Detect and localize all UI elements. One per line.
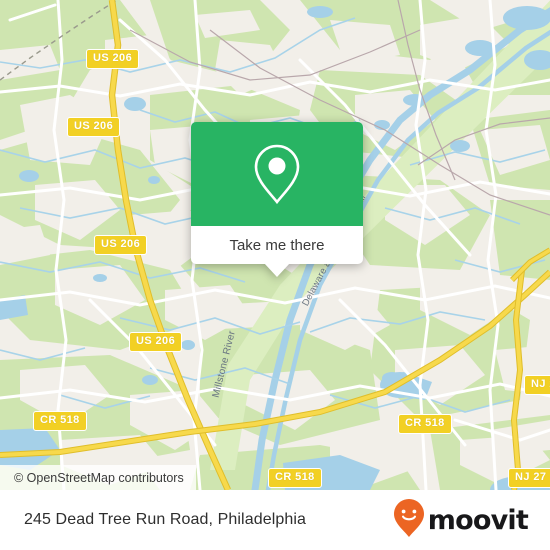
map-canvas[interactable]: Millstone River Delaware and Raritan Can… (0, 0, 550, 490)
map-pin-icon (253, 143, 301, 205)
address-label: 245 Dead Tree Run Road, Philadelphia (24, 511, 307, 528)
road-shield-nj-27-1[interactable]: NJ 27 (524, 375, 550, 395)
moovit-pin-smiley-icon (393, 498, 425, 543)
road-shield-cr-518-3[interactable]: CR 518 (268, 468, 322, 488)
popup-pointer-tail (264, 263, 290, 277)
road-shield-us-206-4[interactable]: US 206 (129, 332, 183, 352)
footer-bar: 245 Dead Tree Run Road, Philadelphia moo… (0, 490, 550, 550)
road-shield-us-206-3[interactable]: US 206 (94, 235, 148, 255)
take-me-there-button[interactable]: Take me there (191, 226, 363, 264)
location-popup-card[interactable]: Take me there (191, 122, 363, 277)
attribution-text: © OpenStreetMap contributors (14, 470, 184, 485)
moovit-wordmark: moovit (427, 504, 529, 536)
map-screenshot-page: Millstone River Delaware and Raritan Can… (0, 0, 550, 550)
osm-attribution[interactable]: © OpenStreetMap contributors (0, 465, 196, 490)
moovit-brand[interactable]: moovit (393, 498, 529, 543)
road-shield-cr-518-1[interactable]: CR 518 (33, 411, 87, 431)
road-shield-nj-27-2[interactable]: NJ 27 (508, 468, 550, 488)
road-shield-us-206-1[interactable]: US 206 (86, 49, 140, 69)
popup-header (191, 122, 363, 226)
road-shield-us-206-2[interactable]: US 206 (67, 117, 121, 137)
road-shield-cr-518-2[interactable]: CR 518 (398, 414, 452, 434)
